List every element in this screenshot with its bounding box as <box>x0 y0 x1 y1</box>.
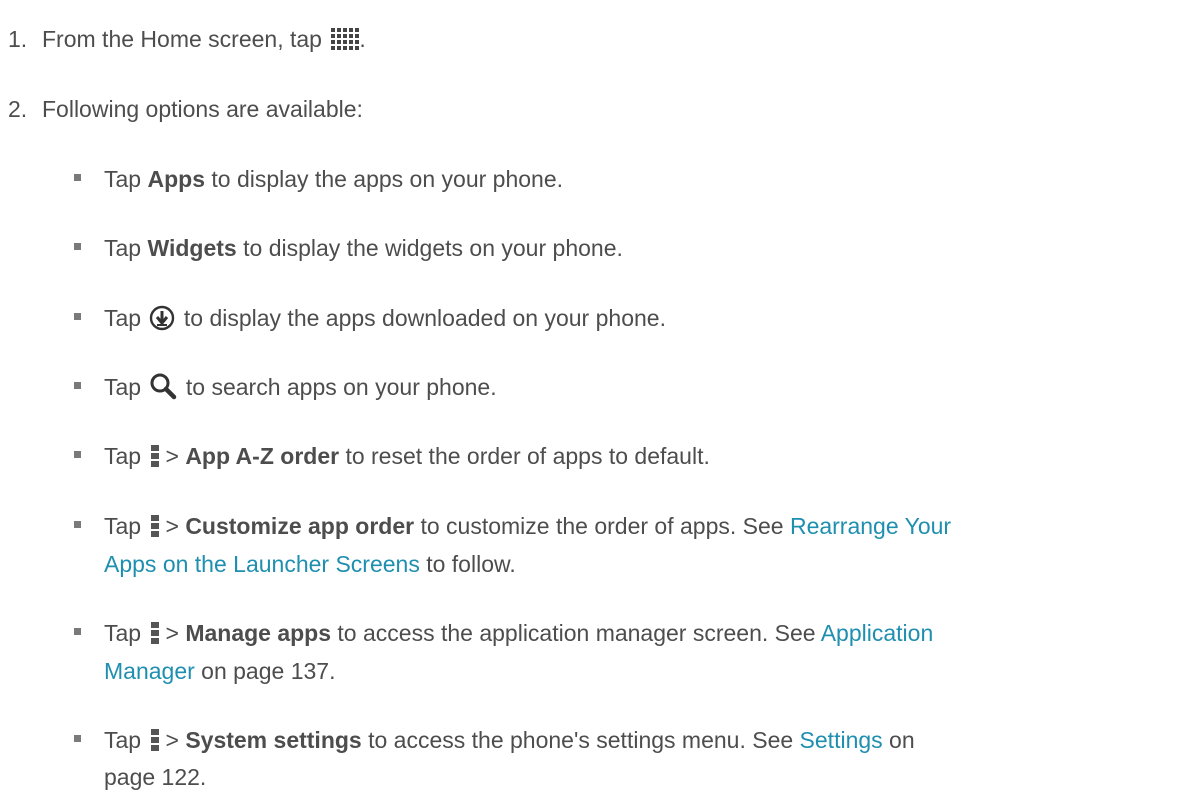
bullet-marker <box>74 451 81 458</box>
step-number: 2. <box>8 96 28 122</box>
rearrange-link[interactable]: Rearrange Your <box>790 513 951 539</box>
az-order-label: App A-Z order <box>185 443 340 469</box>
apps-label: Apps <box>147 166 205 192</box>
bullet-marker <box>74 628 81 635</box>
widgets-label: Widgets <box>147 235 237 261</box>
bullet-marker <box>74 735 81 742</box>
step-text: From the Home screen, tap . <box>42 26 366 52</box>
apps-grid-icon <box>331 27 360 50</box>
application-manager-link[interactable]: Application <box>821 620 934 646</box>
menu-icon <box>151 728 160 751</box>
menu-icon <box>151 514 160 537</box>
bullet-marker <box>74 174 81 181</box>
application-manager-link-cont[interactable]: Manager <box>104 658 195 684</box>
customize-label: Customize app order <box>185 513 415 539</box>
menu-icon <box>151 444 160 467</box>
bullet-marker <box>74 243 81 250</box>
download-icon <box>150 305 175 331</box>
settings-link[interactable]: Settings <box>800 727 883 753</box>
system-settings-label: System settings <box>185 727 362 753</box>
bullet-marker <box>74 313 81 320</box>
bullet-marker <box>74 521 81 528</box>
search-icon <box>150 373 177 400</box>
step-text: Following options are available: <box>42 96 363 122</box>
rearrange-link-cont[interactable]: Apps on the Launcher Screens <box>104 551 420 577</box>
bullet-marker <box>74 382 81 389</box>
step-number: 1. <box>8 26 28 52</box>
menu-icon <box>151 621 160 644</box>
manage-label: Manage apps <box>185 620 332 646</box>
